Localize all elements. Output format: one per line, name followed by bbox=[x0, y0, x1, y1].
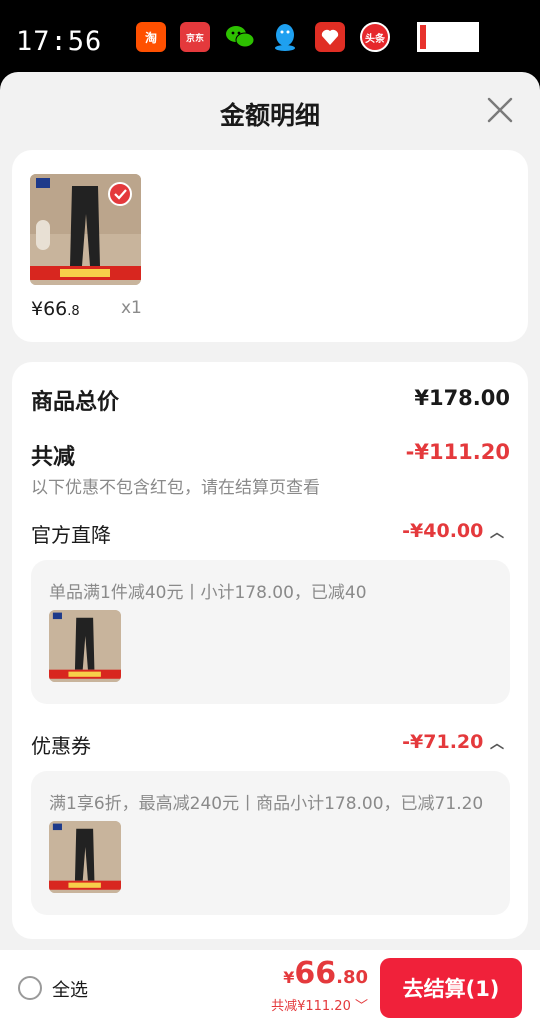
official-discount-box: 单品满1件减40元丨小计178.00，已减40 bbox=[31, 560, 510, 704]
product-card: ¥66.8 x1 bbox=[12, 150, 528, 342]
reduce-label: 共减 bbox=[31, 445, 76, 470]
reduce-value: -¥111.20 bbox=[405, 440, 510, 464]
total-label: 商品总价 bbox=[31, 390, 120, 415]
coupon-label: 优惠券 bbox=[31, 734, 91, 758]
taobao-icon: 淘 bbox=[136, 22, 166, 52]
coupon-box: 满1享6折，最高减240元丨商品小计178.00，已减71.20 bbox=[31, 771, 510, 915]
status-bar: 17:56 淘 京东 头条 bbox=[0, 0, 540, 78]
checkout-bar: 全选 ¥66.80 共减¥111.20 ﹀ 去结算(1) bbox=[0, 950, 540, 1025]
battery-icon bbox=[417, 22, 479, 52]
wechat-icon bbox=[225, 22, 255, 52]
chevron-up-icon: ︿ bbox=[490, 525, 504, 541]
item-price: ¥66.8 bbox=[31, 298, 80, 320]
product-thumbnail[interactable] bbox=[30, 174, 141, 285]
coupon-value: -¥71.20 bbox=[402, 731, 484, 753]
jd-icon: 京东 bbox=[180, 22, 210, 52]
chevron-up-icon: ︿ bbox=[490, 736, 504, 752]
official-discount-value: -¥40.00 bbox=[402, 520, 484, 542]
total-price: ¥66.80 bbox=[283, 956, 368, 991]
coupon-desc: 满1享6折，最高减240元丨商品小计178.00，已减71.20 bbox=[49, 794, 484, 814]
price-detail-card: 商品总价 ¥178.00 共减 -¥111.20 以下优惠不包含红包，请在结算页… bbox=[12, 362, 528, 939]
official-discount-desc: 单品满1件减40元丨小计178.00，已减40 bbox=[49, 583, 367, 603]
pinduoduo-icon bbox=[315, 22, 345, 52]
official-discount-toggle[interactable]: -¥40.00 ︿ bbox=[402, 520, 504, 542]
coupon-product-thumbnail bbox=[49, 821, 121, 893]
total-saved-text: 共减¥111.20 bbox=[271, 999, 351, 1014]
discount-product-thumbnail bbox=[49, 610, 121, 682]
select-all-label[interactable]: 全选 bbox=[52, 976, 88, 1002]
select-all-radio[interactable] bbox=[18, 976, 42, 1000]
sheet-title: 金额明细 bbox=[219, 101, 320, 130]
total-saved-toggle[interactable]: 共减¥111.20 ﹀ bbox=[271, 995, 368, 1014]
discount-note: 以下优惠不包含红包，请在结算页查看 bbox=[31, 478, 320, 498]
amount-detail-sheet: 金额明细 ¥66.8 x1 商品总价 ¥178.00 共减 -¥111.20 以… bbox=[0, 72, 540, 1025]
total-value: ¥178.00 bbox=[414, 386, 510, 410]
toutiao-icon: 头条 bbox=[360, 22, 390, 52]
item-quantity: x1 bbox=[121, 298, 142, 318]
close-icon[interactable] bbox=[484, 94, 516, 126]
chevron-down-icon: ﹀ bbox=[354, 999, 368, 1014]
checkout-button[interactable]: 去结算(1) bbox=[380, 958, 522, 1018]
official-discount-label: 官方直降 bbox=[31, 523, 111, 547]
coupon-toggle[interactable]: -¥71.20 ︿ bbox=[402, 731, 504, 753]
qq-icon bbox=[270, 22, 300, 52]
clock: 17:56 bbox=[16, 26, 103, 57]
